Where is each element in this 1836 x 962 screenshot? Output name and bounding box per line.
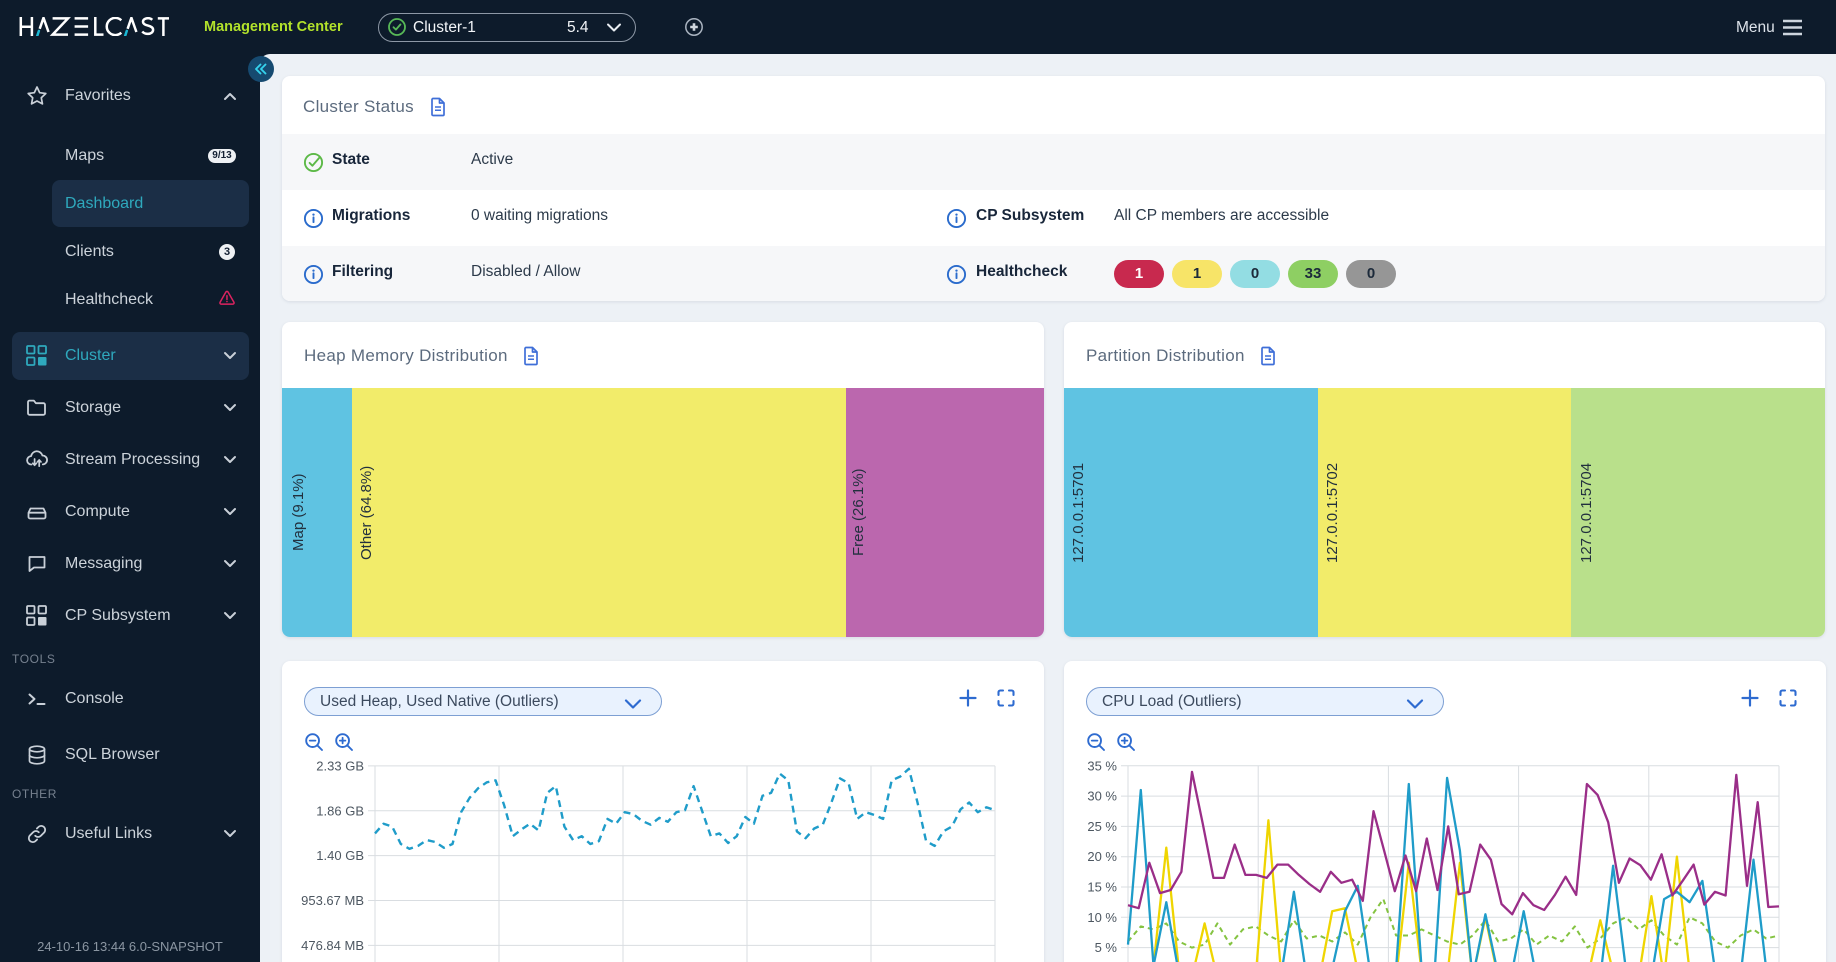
svg-text:476.84 MB: 476.84 MB xyxy=(301,938,364,953)
svg-text:35 %: 35 % xyxy=(1087,758,1117,773)
svg-text:1.40 GB: 1.40 GB xyxy=(316,848,364,863)
svg-text:1.86 GB: 1.86 GB xyxy=(316,803,364,818)
svg-text:2.33 GB: 2.33 GB xyxy=(316,758,364,773)
svg-text:25 %: 25 % xyxy=(1087,819,1117,834)
svg-text:30 %: 30 % xyxy=(1087,789,1117,804)
svg-text:5 %: 5 % xyxy=(1095,940,1118,955)
svg-text:15 %: 15 % xyxy=(1087,880,1117,895)
svg-text:10 %: 10 % xyxy=(1087,910,1117,925)
svg-text:20 %: 20 % xyxy=(1087,849,1117,864)
svg-text:953.67 MB: 953.67 MB xyxy=(301,893,364,908)
